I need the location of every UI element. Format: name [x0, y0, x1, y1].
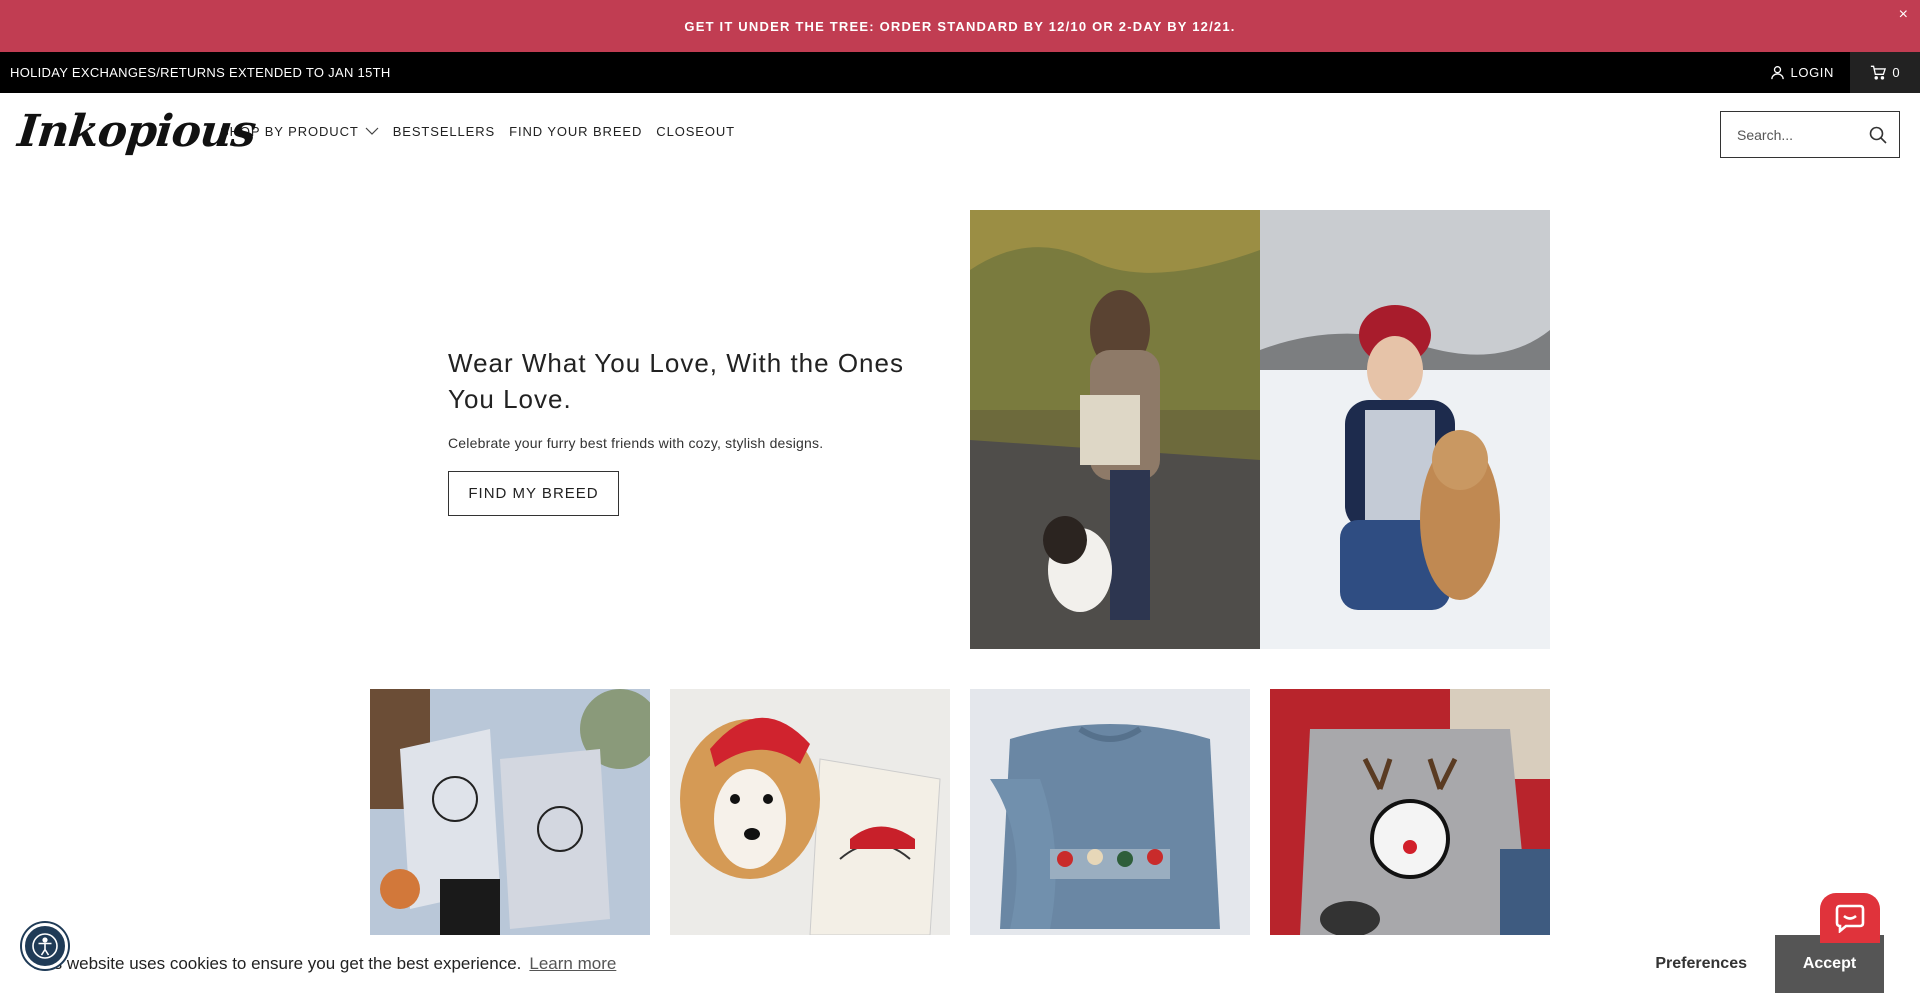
cart-count: 0 — [1892, 65, 1900, 80]
account-area: LOGIN 0 — [1754, 52, 1920, 93]
hero-content: Wear What You Love, With the Ones You Lo… — [448, 345, 908, 516]
cart-icon — [1871, 65, 1887, 80]
corgi-santa-tote-photo[interactable] — [670, 689, 950, 935]
search-icon[interactable] — [1869, 126, 1887, 144]
learn-more-link[interactable]: Learn more — [529, 954, 616, 974]
woman-with-tote-and-dog-photo — [970, 210, 1260, 649]
user-icon — [1770, 66, 1784, 80]
login-label: LOGIN — [1790, 65, 1834, 80]
accept-button[interactable]: Accept — [1775, 935, 1884, 993]
chevron-down-icon — [365, 127, 379, 135]
blue-sweatshirt-photo[interactable] — [970, 689, 1250, 935]
find-my-breed-button[interactable]: FIND MY BREED — [448, 471, 619, 516]
cookie-message: This website uses cookies to ensure you … — [30, 954, 522, 973]
main-header: Inkopious SHOP BY PRODUCT BESTSELLERS FI… — [0, 93, 1920, 169]
hero-subtitle: Celebrate your furry best friends with c… — [448, 435, 824, 451]
nav-find-your-breed[interactable]: FIND YOUR BREED — [509, 124, 642, 139]
search-box — [1720, 111, 1900, 158]
nav-bestsellers[interactable]: BESTSELLERS — [393, 124, 495, 139]
hero-title: Wear What You Love, With the Ones You Lo… — [448, 348, 904, 414]
chat-button[interactable] — [1820, 893, 1880, 943]
utility-bar: HOLIDAY EXCHANGES/RETURNS EXTENDED TO JA… — [0, 52, 1920, 93]
main-nav: SHOP BY PRODUCT BESTSELLERS FIND YOUR BR… — [220, 124, 735, 139]
logo-text: Inkopious — [15, 105, 258, 157]
reindeer-dog-tee-photo[interactable] — [1270, 689, 1550, 935]
nav-closeout[interactable]: CLOSEOUT — [656, 124, 735, 139]
holiday-notice: HOLIDAY EXCHANGES/RETURNS EXTENDED TO JA… — [10, 65, 391, 80]
logo[interactable]: Inkopious — [15, 103, 257, 159]
search-input[interactable] — [1737, 126, 1857, 143]
chat-icon — [1835, 904, 1865, 933]
cookie-banner: This website uses cookies to ensure you … — [0, 935, 1920, 993]
cart-button[interactable]: 0 — [1850, 52, 1920, 93]
promo-text: GET IT UNDER THE TREE: ORDER STANDARD BY… — [684, 18, 1236, 34]
login-link[interactable]: LOGIN — [1754, 52, 1850, 93]
accessibility-icon — [32, 933, 58, 959]
close-icon[interactable]: × — [1899, 6, 1908, 24]
accessibility-button[interactable] — [22, 923, 68, 969]
promo-banner: GET IT UNDER THE TREE: ORDER STANDARD BY… — [0, 0, 1920, 52]
thankful-tees-photo[interactable] — [370, 689, 650, 935]
woman-in-snow-with-lab-photo — [1260, 210, 1550, 649]
preferences-button[interactable]: Preferences — [1655, 955, 1747, 973]
